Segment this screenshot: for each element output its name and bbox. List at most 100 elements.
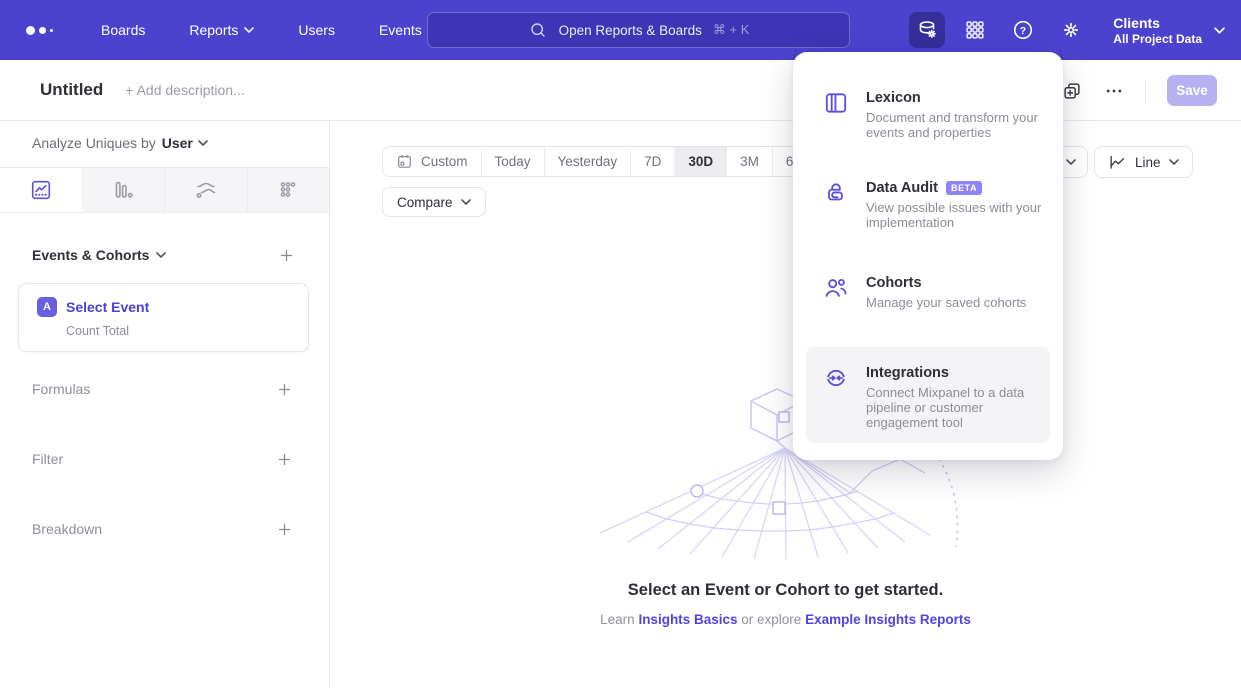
line-chart-icon — [1108, 153, 1127, 172]
analyze-by-selector[interactable]: User — [162, 135, 208, 151]
report-canvas: Custom Today Yesterday 7D 30D 3M 6M Comp… — [330, 121, 1241, 688]
select-event-button[interactable]: Select Event — [66, 299, 149, 315]
date-range-label: 30D — [688, 154, 713, 169]
menu-item-text: Data Audit BETA View possible issues wit… — [866, 180, 1054, 230]
cohorts-users-icon — [823, 275, 849, 301]
count-total-selector[interactable]: Count Total — [66, 324, 308, 338]
divider — [1145, 80, 1146, 102]
date-range-label: 3M — [740, 154, 759, 169]
data-audit-lock-icon — [823, 180, 849, 206]
events-cohorts-toggle[interactable]: Events & Cohorts — [32, 247, 166, 263]
add-formula-button[interactable] — [276, 381, 293, 398]
date-range-label: Yesterday — [558, 154, 618, 169]
formulas-section: Formulas — [32, 379, 293, 399]
chevron-down-icon — [1169, 159, 1179, 165]
date-range-label: Today — [495, 154, 531, 169]
logo-dot-small — [50, 29, 53, 32]
event-row: A Select Event — [37, 297, 308, 317]
plus-icon — [276, 521, 293, 538]
date-range-label: Custom — [421, 154, 468, 169]
plus-icon — [276, 381, 293, 398]
search-shortcut: ⌘ + K — [713, 22, 750, 38]
chevron-down-icon — [244, 27, 254, 33]
insights-line-chart-icon — [29, 178, 53, 202]
menu-item-title: Integrations — [866, 365, 949, 381]
menu-item-description: Connect Mixpanel to a data pipeline or c… — [866, 385, 1054, 430]
data-management-dropdown: Lexicon Document and transform your even… — [793, 52, 1063, 460]
report-actions: Save — [1061, 60, 1217, 121]
date-range-control: Custom Today Yesterday 7D 30D 3M 6M — [382, 146, 819, 177]
integrations-sync-icon — [823, 365, 849, 391]
chart-type-selector[interactable]: Line — [1094, 146, 1193, 178]
tab-flows[interactable] — [165, 168, 248, 212]
menu-item-data-audit[interactable]: Data Audit BETA View possible issues wit… — [823, 180, 1047, 230]
empty-state-title: Select an Event or Cohort to get started… — [330, 581, 1241, 600]
date-range-yesterday[interactable]: Yesterday — [545, 147, 632, 176]
search-icon — [528, 20, 548, 40]
menu-item-text: Integrations Connect Mixpanel to a data … — [866, 365, 1054, 430]
filter-section: Filter — [32, 449, 293, 469]
empty-state-links: Learn Insights Basics or explore Example… — [330, 612, 1241, 627]
menu-item-title: Cohorts — [866, 275, 922, 291]
events-cohorts-label: Events & Cohorts — [32, 247, 149, 263]
report-title[interactable]: Untitled — [40, 80, 103, 100]
save-button[interactable]: Save — [1167, 75, 1217, 106]
logo-dot-medium — [39, 27, 46, 34]
settings-button[interactable] — [1053, 12, 1089, 48]
data-management-button[interactable] — [909, 12, 945, 48]
logo-dot-large — [26, 26, 35, 35]
help-button[interactable]: ? — [1005, 12, 1041, 48]
event-row-card[interactable]: A Select Event Count Total — [18, 283, 309, 352]
compare-button[interactable]: Compare — [382, 187, 486, 217]
add-breakdown-button[interactable] — [276, 521, 293, 538]
date-range-7d[interactable]: 7D — [631, 147, 675, 176]
top-navbar: Boards Reports Users Events Open Reports… — [0, 0, 1241, 60]
menu-item-text: Cohorts Manage your saved cohorts — [866, 275, 1054, 310]
breakdown-section: Breakdown — [32, 519, 293, 539]
date-range-today[interactable]: Today — [482, 147, 545, 176]
global-search-input[interactable]: Open Reports & Boards ⌘ + K — [427, 12, 850, 48]
example-insights-reports-link[interactable]: Example Insights Reports — [805, 612, 971, 627]
nav-item-label: Users — [298, 22, 335, 38]
nav-item-events[interactable]: Events — [379, 22, 422, 38]
tab-retention[interactable] — [248, 168, 330, 212]
dots-grid-icon — [276, 178, 300, 202]
insights-report-page: Boards Reports Users Events Open Reports… — [0, 0, 1241, 688]
nav-item-users[interactable]: Users — [298, 22, 335, 38]
mixpanel-logo[interactable] — [26, 26, 53, 35]
gear-icon — [1059, 18, 1083, 42]
menu-item-cohorts[interactable]: Cohorts Manage your saved cohorts — [823, 275, 1047, 310]
bar-chart-icon — [111, 178, 135, 202]
menu-item-lexicon[interactable]: Lexicon Document and transform your even… — [823, 90, 1047, 140]
menu-item-integrations[interactable]: Integrations Connect Mixpanel to a data … — [823, 365, 1047, 430]
insights-basics-link[interactable]: Insights Basics — [638, 612, 737, 627]
add-event-button[interactable] — [278, 247, 295, 264]
date-range-30d[interactable]: 30D — [675, 147, 727, 176]
nav-item-reports[interactable]: Reports — [189, 22, 254, 38]
analyze-value: User — [162, 135, 193, 151]
duplicate-report-button[interactable] — [1061, 80, 1083, 102]
add-description-field[interactable]: + Add description... — [125, 82, 244, 98]
analyze-uniques-row: Analyze Uniques by User — [32, 133, 329, 153]
plus-icon — [278, 247, 295, 264]
tab-insights[interactable] — [0, 168, 83, 212]
date-range-3m[interactable]: 3M — [727, 147, 773, 176]
date-range-custom[interactable]: Custom — [383, 147, 482, 176]
chevron-down-icon — [198, 140, 208, 146]
add-filter-button[interactable] — [276, 451, 293, 468]
copy-plus-icon — [1061, 80, 1083, 102]
breakdown-label: Breakdown — [32, 521, 102, 537]
flows-icon — [194, 178, 218, 202]
tab-bar-chart[interactable] — [83, 168, 166, 212]
project-selector[interactable]: Clients All Project Data — [1113, 14, 1225, 47]
plus-icon — [276, 451, 293, 468]
nav-item-label: Events — [379, 22, 422, 38]
more-options-button[interactable] — [1104, 81, 1124, 101]
svg-text:?: ? — [1020, 25, 1026, 37]
menu-item-title: Data Audit — [866, 180, 938, 196]
menu-item-description: Manage your saved cohorts — [866, 295, 1054, 310]
chart-type-tabs — [0, 167, 329, 213]
apps-grid-button[interactable] — [957, 12, 993, 48]
navbar-right-group: ? Clients All Project Data — [909, 0, 1225, 60]
nav-item-boards[interactable]: Boards — [101, 22, 145, 38]
